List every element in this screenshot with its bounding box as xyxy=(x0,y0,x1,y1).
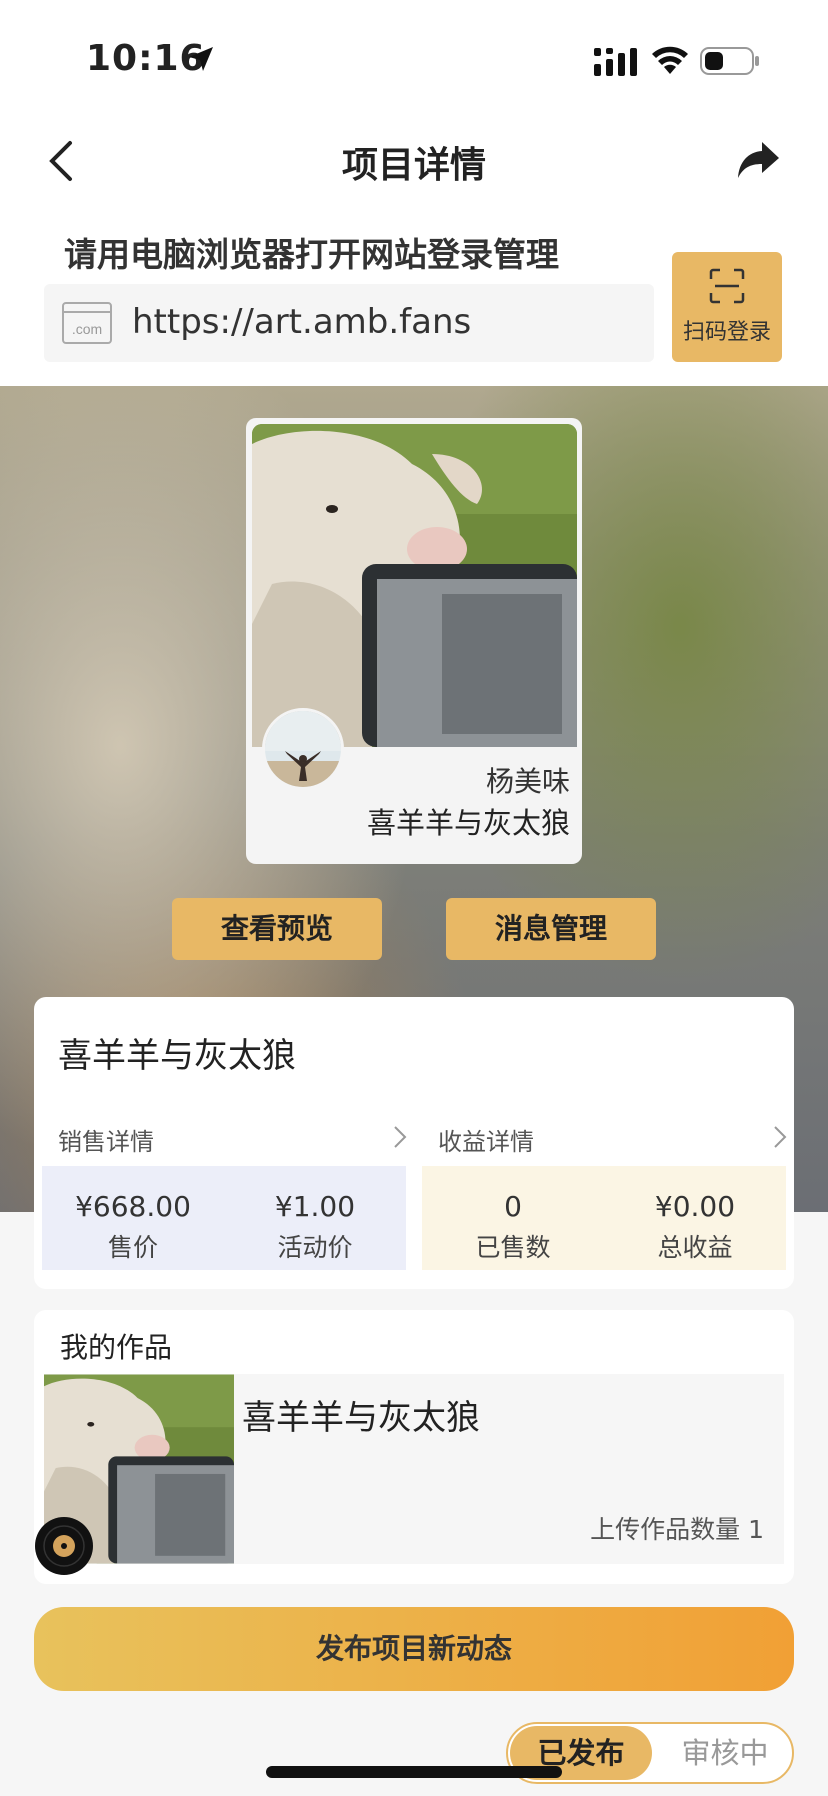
url-text[interactable]: https://art.amb.fans xyxy=(132,302,471,342)
battery-icon xyxy=(700,47,759,75)
income-details-link[interactable]: 收益详情 xyxy=(438,1122,534,1157)
my-works-title: 我的作品 xyxy=(60,1331,173,1364)
cover-image xyxy=(252,424,577,747)
price-caption: 售价 xyxy=(107,1233,158,1262)
view-preview-button[interactable]: 查看预览 xyxy=(172,898,382,960)
promo-price-value: ¥1.00 xyxy=(274,1190,356,1223)
website-icon: .com xyxy=(62,302,112,344)
chevron-right-icon[interactable] xyxy=(392,1124,408,1150)
scan-icon[interactable] xyxy=(709,268,745,304)
wifi-icon xyxy=(652,46,688,74)
work-title: 喜羊羊与灰太狼 xyxy=(242,1398,480,1438)
sales-details-link[interactable]: 销售详情 xyxy=(58,1122,154,1157)
home-indicator xyxy=(266,1766,562,1778)
project-title: 喜羊羊与灰太狼 xyxy=(58,1036,296,1076)
card-title: 喜羊羊与灰太狼 xyxy=(366,806,570,840)
sold-count-caption: 已售数 xyxy=(475,1233,551,1262)
login-hint: 请用电脑浏览器打开网站登录管理 xyxy=(64,235,559,274)
price-value: ¥668.00 xyxy=(75,1190,191,1223)
chevron-right-icon[interactable] xyxy=(772,1124,788,1150)
card-author: 杨美味 xyxy=(485,765,570,798)
message-management-button[interactable]: 消息管理 xyxy=(446,898,656,960)
page-title: 项目详情 xyxy=(341,145,486,186)
total-income-value: ¥0.00 xyxy=(654,1190,736,1223)
total-income-caption: 总收益 xyxy=(657,1233,733,1262)
cellular-signal-icon xyxy=(594,48,637,76)
location-arrow-icon xyxy=(189,47,213,71)
scan-login-label[interactable]: 扫码登录 xyxy=(672,314,782,346)
sold-count-value: 0 xyxy=(504,1190,522,1223)
publish-update-button[interactable]: 发布项目新动态 xyxy=(34,1607,794,1691)
upload-count: 上传作品数量 1 xyxy=(590,1515,764,1544)
share-icon[interactable] xyxy=(736,140,780,180)
promo-price-caption: 活动价 xyxy=(277,1233,353,1262)
segment-under-review[interactable]: 审核中 xyxy=(660,1726,790,1780)
vinyl-record-icon xyxy=(35,1517,93,1575)
website-icon-text: .com xyxy=(72,321,102,337)
